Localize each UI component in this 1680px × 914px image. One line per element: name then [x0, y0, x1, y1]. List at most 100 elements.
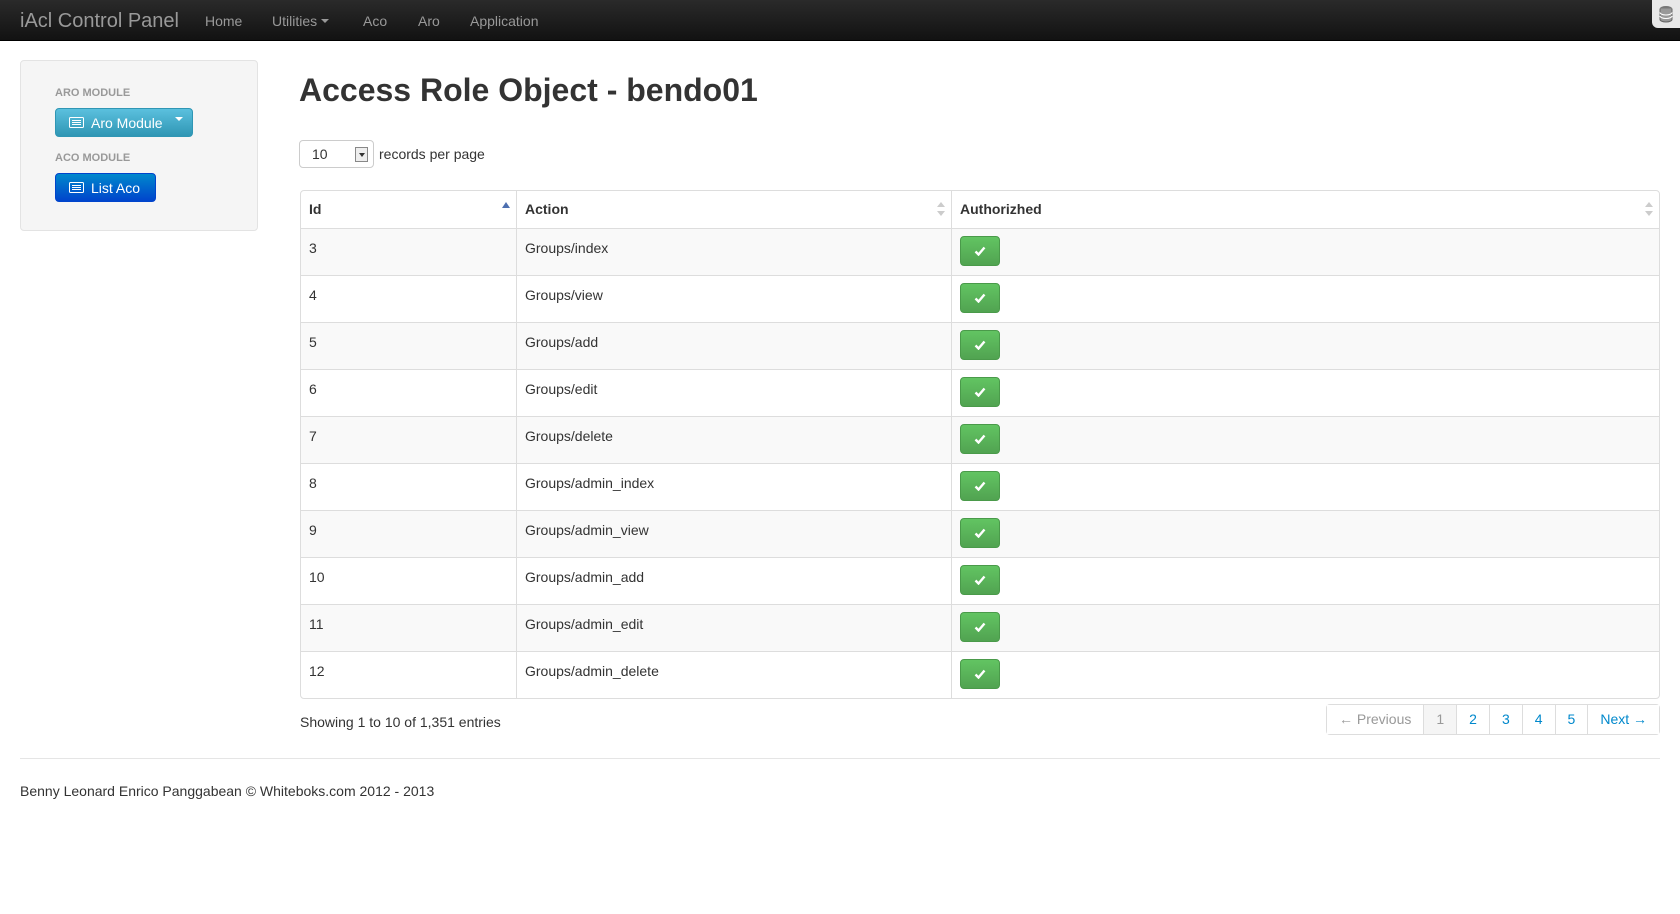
aro-module-header: ARO MODULE [55, 87, 131, 99]
list-aco-button[interactable]: List Aco [55, 173, 156, 202]
cell-action: Groups/admin_delete [516, 651, 951, 698]
cell-authorized [951, 369, 1659, 416]
column-header-action[interactable]: Action [516, 191, 951, 228]
cell-action: Groups/add [516, 322, 951, 369]
checkmark-icon [974, 434, 986, 444]
cell-id: 9 [301, 510, 516, 557]
checkmark-icon [974, 575, 986, 585]
sort-ascending-icon [502, 202, 510, 208]
aro-module-button[interactable]: Aro Module [55, 108, 193, 137]
page-title: Access Role Object - bendo01 [299, 72, 758, 108]
page-4-button[interactable]: 4 [1521, 705, 1555, 734]
cell-id: 10 [301, 557, 516, 604]
table-row: 5 Groups/add [301, 322, 1659, 369]
cell-authorized [951, 228, 1659, 275]
table-row: 6 Groups/edit [301, 369, 1659, 416]
nav-home[interactable]: Home [205, 13, 242, 29]
brand[interactable]: iAcl Control Panel [20, 10, 179, 33]
cell-action: Groups/admin_view [516, 510, 951, 557]
cell-authorized [951, 275, 1659, 322]
dropdown-arrow-icon [355, 147, 368, 162]
cell-authorized [951, 322, 1659, 369]
database-icon[interactable] [1652, 0, 1680, 28]
records-per-page: 10 records per page [299, 140, 485, 168]
column-label-id: Id [309, 201, 322, 217]
cell-authorized [951, 510, 1659, 557]
nav-aco[interactable]: Aco [363, 13, 387, 29]
caret-down-icon [321, 19, 330, 24]
pagination: ← Previous 1 2 3 4 5 Next → [1326, 704, 1661, 735]
cell-id: 3 [301, 228, 516, 275]
nav-utilities-label: Utilities [272, 13, 318, 29]
authorized-toggle-button[interactable] [960, 471, 1000, 501]
checkmark-icon [974, 669, 986, 679]
cell-id: 7 [301, 416, 516, 463]
table-row: 4 Groups/view [301, 275, 1659, 322]
table-row: 10 Groups/admin_add [301, 557, 1659, 604]
cell-action: Groups/index [516, 228, 951, 275]
column-header-id[interactable]: Id [301, 191, 516, 228]
authorized-toggle-button[interactable] [960, 565, 1000, 595]
sort-icon [937, 202, 945, 216]
list-aco-label: List Aco [91, 179, 141, 196]
nav-utilities[interactable]: Utilities [272, 13, 330, 29]
cell-action: Groups/admin_edit [516, 604, 951, 651]
sort-icon [1645, 202, 1653, 216]
table-row: 11 Groups/admin_edit [301, 604, 1659, 651]
cell-id: 8 [301, 463, 516, 510]
authorized-toggle-button[interactable] [960, 518, 1000, 548]
sidebar: ARO MODULE Aro Module ACO MODULE List Ac… [20, 60, 258, 231]
page-3-button[interactable]: 3 [1488, 705, 1522, 734]
nav-application[interactable]: Application [470, 13, 539, 29]
list-alt-icon [69, 117, 84, 128]
authorized-toggle-button[interactable] [960, 612, 1000, 642]
per-page-value: 10 [312, 146, 328, 162]
checkmark-icon [974, 293, 986, 303]
top-navbar: iAcl Control Panel Home Utilities Aco Ar… [0, 0, 1680, 41]
per-page-label: records per page [379, 146, 485, 162]
cell-action: Groups/admin_add [516, 557, 951, 604]
checkmark-icon [974, 622, 986, 632]
list-alt-icon [69, 182, 84, 193]
aro-module-label: Aro Module [91, 114, 163, 131]
aro-table: Id Action Authorizhed 3 Groups/index 4 G… [300, 190, 1660, 699]
footer-text: Benny Leonard Enrico Panggabean © Whiteb… [20, 783, 435, 799]
authorized-toggle-button[interactable] [960, 377, 1000, 407]
authorized-toggle-button[interactable] [960, 283, 1000, 313]
table-row: 9 Groups/admin_view [301, 510, 1659, 557]
per-page-select[interactable]: 10 [299, 140, 374, 168]
cell-id: 12 [301, 651, 516, 698]
page-1-button[interactable]: 1 [1423, 705, 1457, 734]
cell-action: Groups/edit [516, 369, 951, 416]
checkmark-icon [974, 246, 986, 256]
cell-id: 4 [301, 275, 516, 322]
authorized-toggle-button[interactable] [960, 424, 1000, 454]
column-label-action: Action [525, 201, 569, 217]
table-row: 12 Groups/admin_delete [301, 651, 1659, 698]
cell-authorized [951, 416, 1659, 463]
cell-action: Groups/admin_index [516, 463, 951, 510]
page-5-button[interactable]: 5 [1554, 705, 1588, 734]
checkmark-icon [974, 481, 986, 491]
authorized-toggle-button[interactable] [960, 236, 1000, 266]
table-info: Showing 1 to 10 of 1,351 entries [300, 714, 501, 730]
cell-authorized [951, 557, 1659, 604]
column-header-authorized[interactable]: Authorizhed [951, 191, 1659, 228]
caret-down-icon [174, 116, 183, 121]
cell-action: Groups/view [516, 275, 951, 322]
column-label-authorized: Authorizhed [960, 201, 1042, 217]
next-page-button[interactable]: Next → [1587, 705, 1660, 734]
authorized-toggle-button[interactable] [960, 659, 1000, 689]
cell-id: 5 [301, 322, 516, 369]
table-row: 3 Groups/index [301, 228, 1659, 275]
checkmark-icon [974, 528, 986, 538]
page-2-button[interactable]: 2 [1456, 705, 1489, 734]
nav-aro[interactable]: Aro [418, 13, 440, 29]
checkmark-icon [974, 387, 986, 397]
cell-action: Groups/delete [516, 416, 951, 463]
authorized-toggle-button[interactable] [960, 330, 1000, 360]
previous-page-button[interactable]: ← Previous [1327, 705, 1424, 734]
checkmark-icon [974, 340, 986, 350]
table-row: 7 Groups/delete [301, 416, 1659, 463]
cell-id: 11 [301, 604, 516, 651]
